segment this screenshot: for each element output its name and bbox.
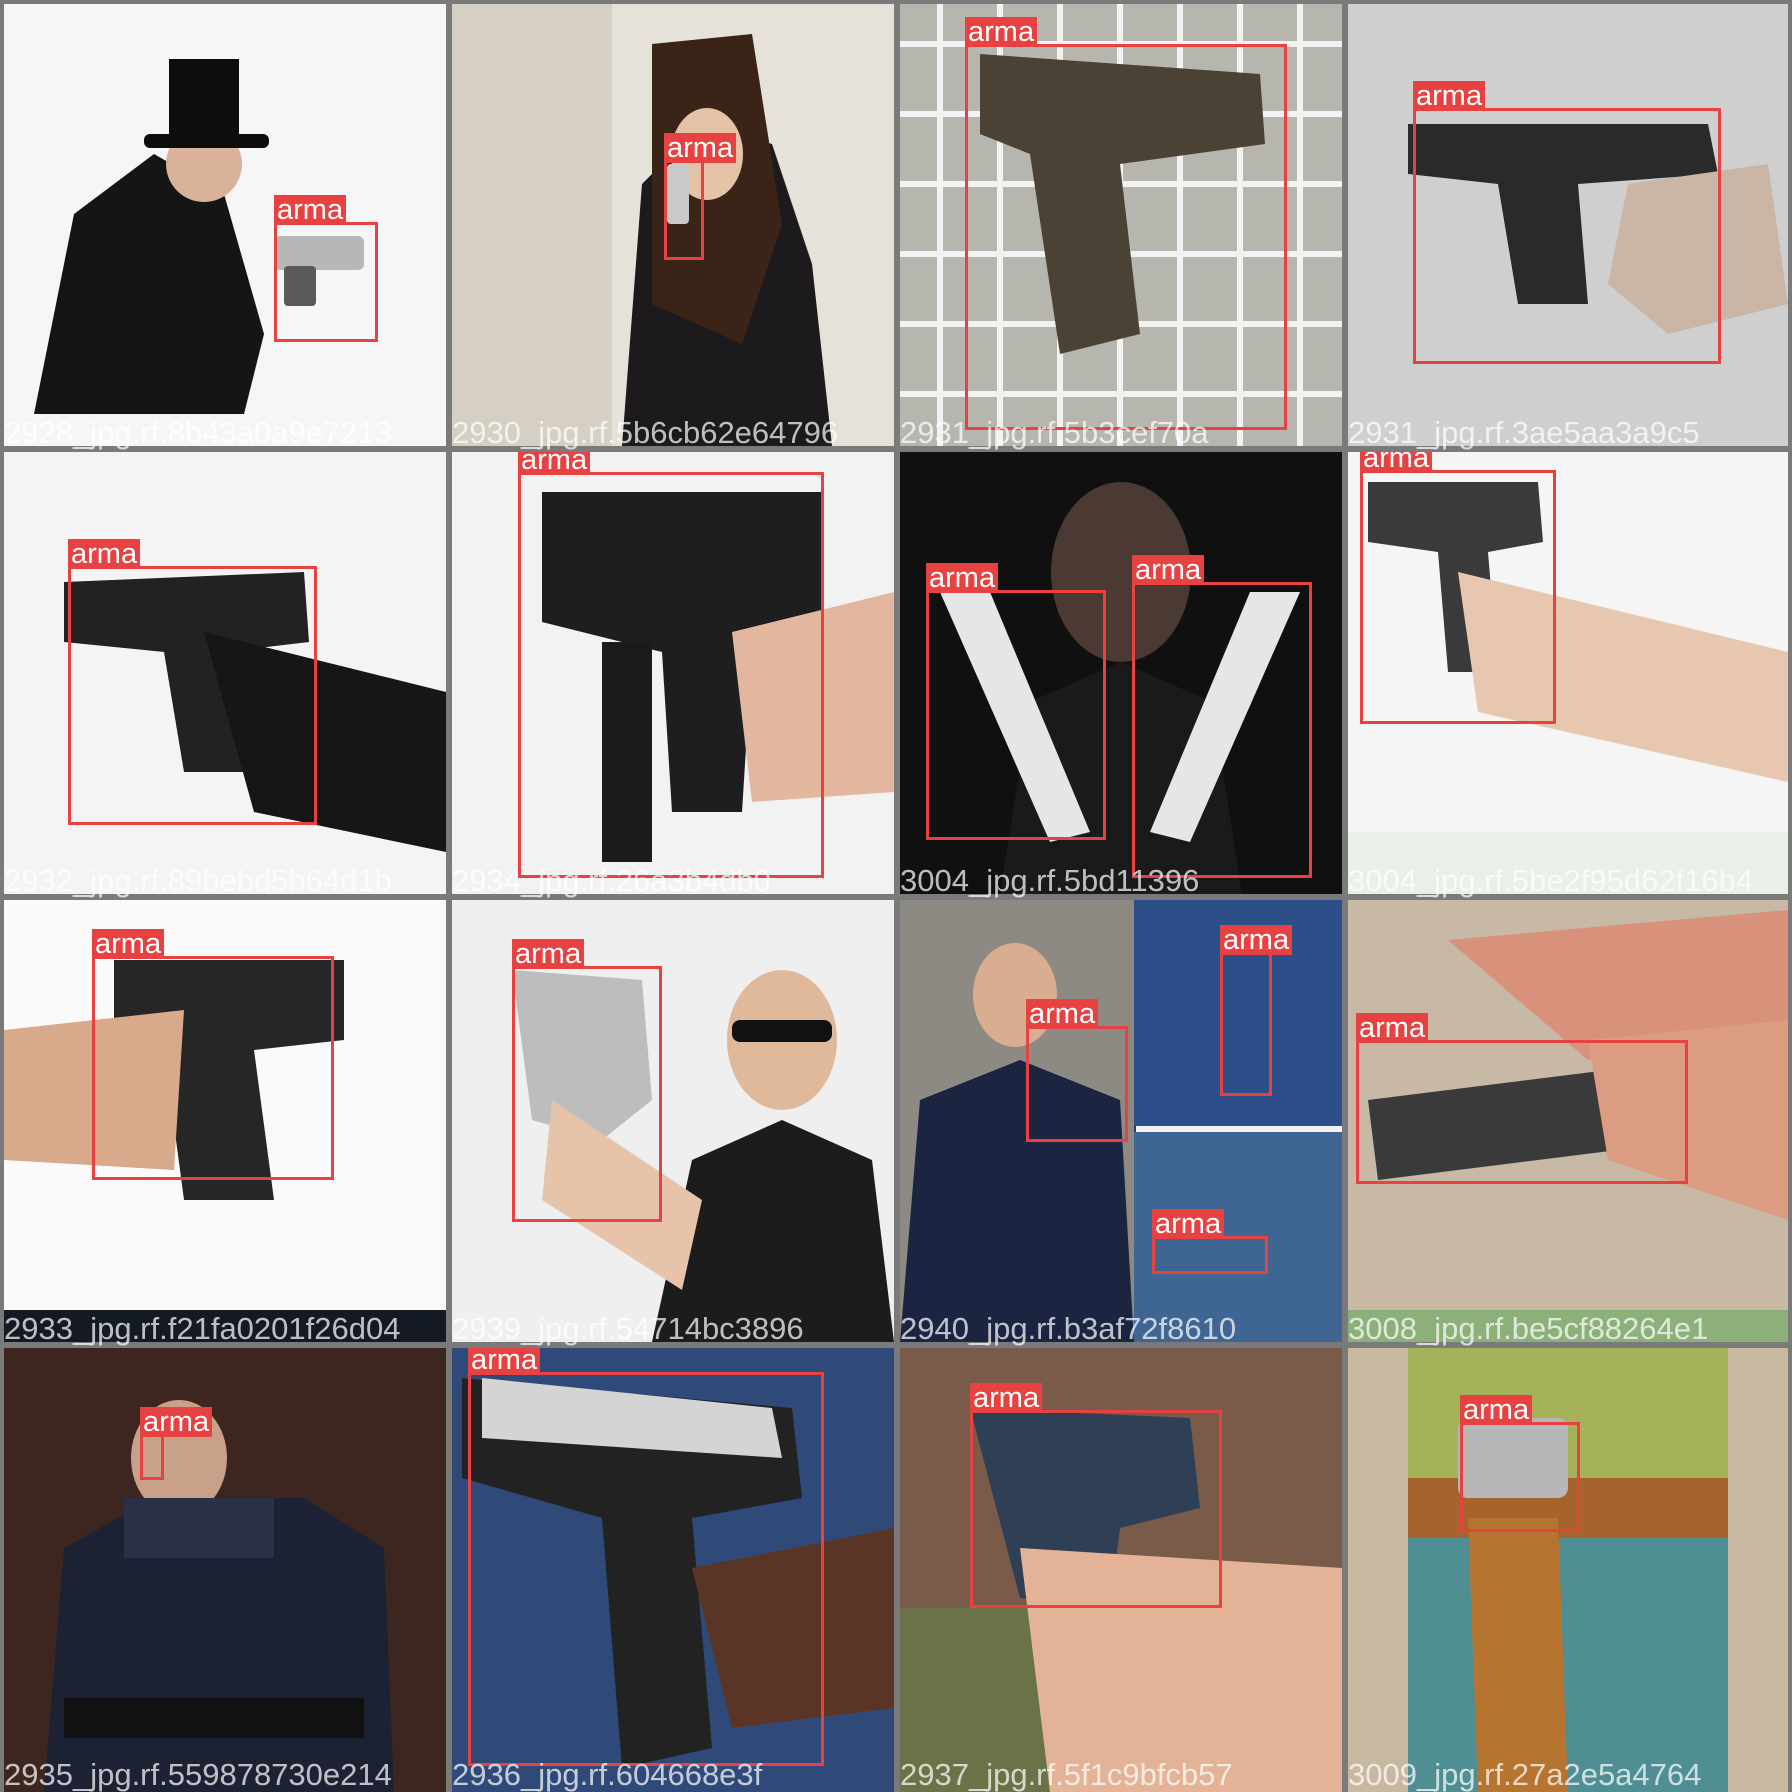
- image-tile: arma: [452, 900, 894, 1342]
- detection-box: arma: [512, 939, 662, 1222]
- detection-box: arma: [1026, 999, 1128, 1142]
- image-tile: arma: [452, 452, 894, 894]
- detection-label: arma: [1026, 999, 1099, 1029]
- detection-box: arma: [1220, 925, 1293, 1096]
- image-tile: arma: [1348, 4, 1788, 446]
- detection-box: arma: [965, 17, 1287, 430]
- detection-box: arma: [1460, 1395, 1580, 1532]
- detection-box: arma: [1132, 555, 1312, 878]
- detection-label: arma: [1152, 1209, 1225, 1239]
- detection-box: arma: [1356, 1013, 1688, 1184]
- image-tile: arma: [1348, 900, 1788, 1342]
- detection-label: arma: [970, 1383, 1043, 1413]
- detection-label: arma: [1460, 1395, 1533, 1425]
- detection-box: arma: [92, 929, 334, 1180]
- detection-label: arma: [518, 452, 591, 475]
- detection-label: arma: [926, 563, 999, 593]
- detection-label: arma: [1356, 1013, 1429, 1043]
- detection-box: arma: [926, 563, 1106, 840]
- image-tile: arma: [900, 4, 1342, 446]
- image-tile: arma: [4, 1348, 446, 1792]
- image-tile: arma: [1348, 452, 1788, 894]
- detection-label: arma: [965, 17, 1038, 47]
- detection-box: arma: [1360, 452, 1556, 724]
- detection-label: arma: [1132, 555, 1205, 585]
- detection-box: arma: [518, 452, 824, 878]
- detection-box: arma: [140, 1407, 213, 1480]
- detection-label: arma: [140, 1407, 213, 1437]
- detection-box: arma: [68, 539, 317, 825]
- detection-box: arma: [1413, 81, 1721, 364]
- detection-box: arma: [274, 195, 378, 342]
- scene-photo: [4, 4, 446, 446]
- detection-label: arma: [92, 929, 165, 959]
- image-tile: arma: [452, 4, 894, 446]
- detection-box: arma: [664, 133, 737, 260]
- detection-grid: arma arma arma arma arma arma arma arma …: [0, 0, 1792, 1792]
- detection-label: arma: [68, 539, 141, 569]
- detection-box: arma: [1152, 1209, 1268, 1274]
- image-tile: arma: [4, 4, 446, 446]
- detection-box: arma: [970, 1383, 1222, 1608]
- detection-label: arma: [1413, 81, 1486, 111]
- image-tile: arma: [900, 1348, 1342, 1792]
- detection-label: arma: [512, 939, 585, 969]
- detection-label: arma: [664, 133, 737, 163]
- detection-label: arma: [468, 1348, 541, 1375]
- detection-label: arma: [1220, 925, 1293, 955]
- detection-label: arma: [274, 195, 347, 225]
- image-tile: arma: [452, 1348, 894, 1792]
- image-tile: arma: [4, 452, 446, 894]
- image-tile: arma arma arma: [900, 900, 1342, 1342]
- image-tile: arma arma: [900, 452, 1342, 894]
- image-tile: arma: [4, 900, 446, 1342]
- scene-photo: [4, 1348, 446, 1792]
- detection-label: arma: [1360, 452, 1433, 473]
- detection-box: arma: [468, 1348, 824, 1766]
- scene-photo: [1348, 1348, 1788, 1792]
- image-tile: arma: [1348, 1348, 1788, 1792]
